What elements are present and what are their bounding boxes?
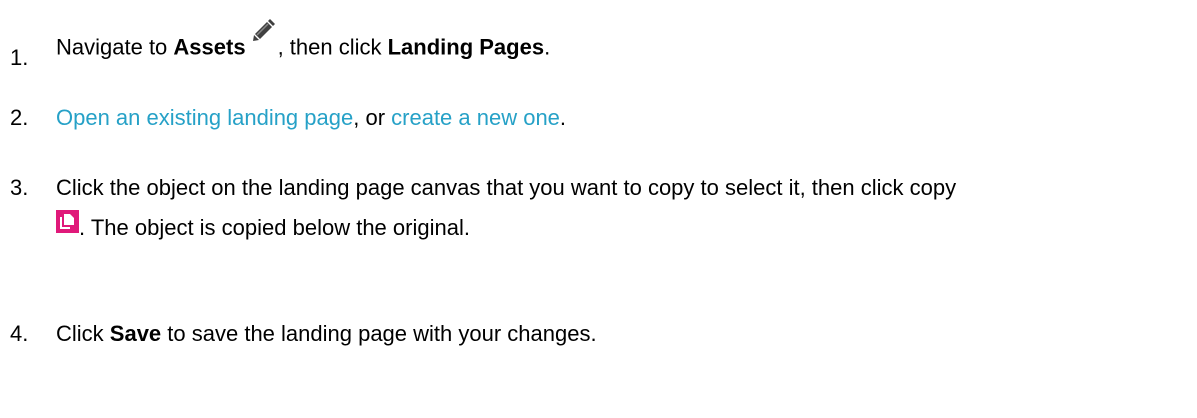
step-text-part: Navigate to <box>56 34 174 60</box>
step-text-part: , or <box>353 105 392 130</box>
step-text-part: Click <box>56 321 110 346</box>
step-number: 1. <box>10 45 29 70</box>
step-text-part: to save the landing page with your chang… <box>161 321 597 346</box>
step-text-part: . <box>544 34 551 60</box>
step-text: Navigate to Assets , then click Landing P… <box>56 19 551 65</box>
step-number: 2. <box>10 105 29 130</box>
step-number: 3. <box>10 175 29 200</box>
open-existing-landing-page-link[interactable]: Open an existing landing page <box>56 105 353 130</box>
step-text-part: , then click <box>277 34 388 60</box>
step-text-part: . <box>559 105 567 130</box>
step-number: 4. <box>10 321 29 346</box>
copy-icon <box>56 210 79 240</box>
assets-label: Assets <box>173 34 246 60</box>
step-text: Click the object on the landing page can… <box>56 175 957 200</box>
create-new-landing-page-link[interactable]: create a new one <box>391 105 560 130</box>
landing-pages-label: Landing Pages <box>387 34 545 60</box>
step-text: . The object is copied below the origina… <box>79 215 470 240</box>
step-text: Click Save to save the landing page with… <box>56 320 597 348</box>
step-text: Open an existing landing page, or create… <box>56 104 566 132</box>
pencil-icon <box>250 18 276 51</box>
save-label: Save <box>109 321 162 346</box>
